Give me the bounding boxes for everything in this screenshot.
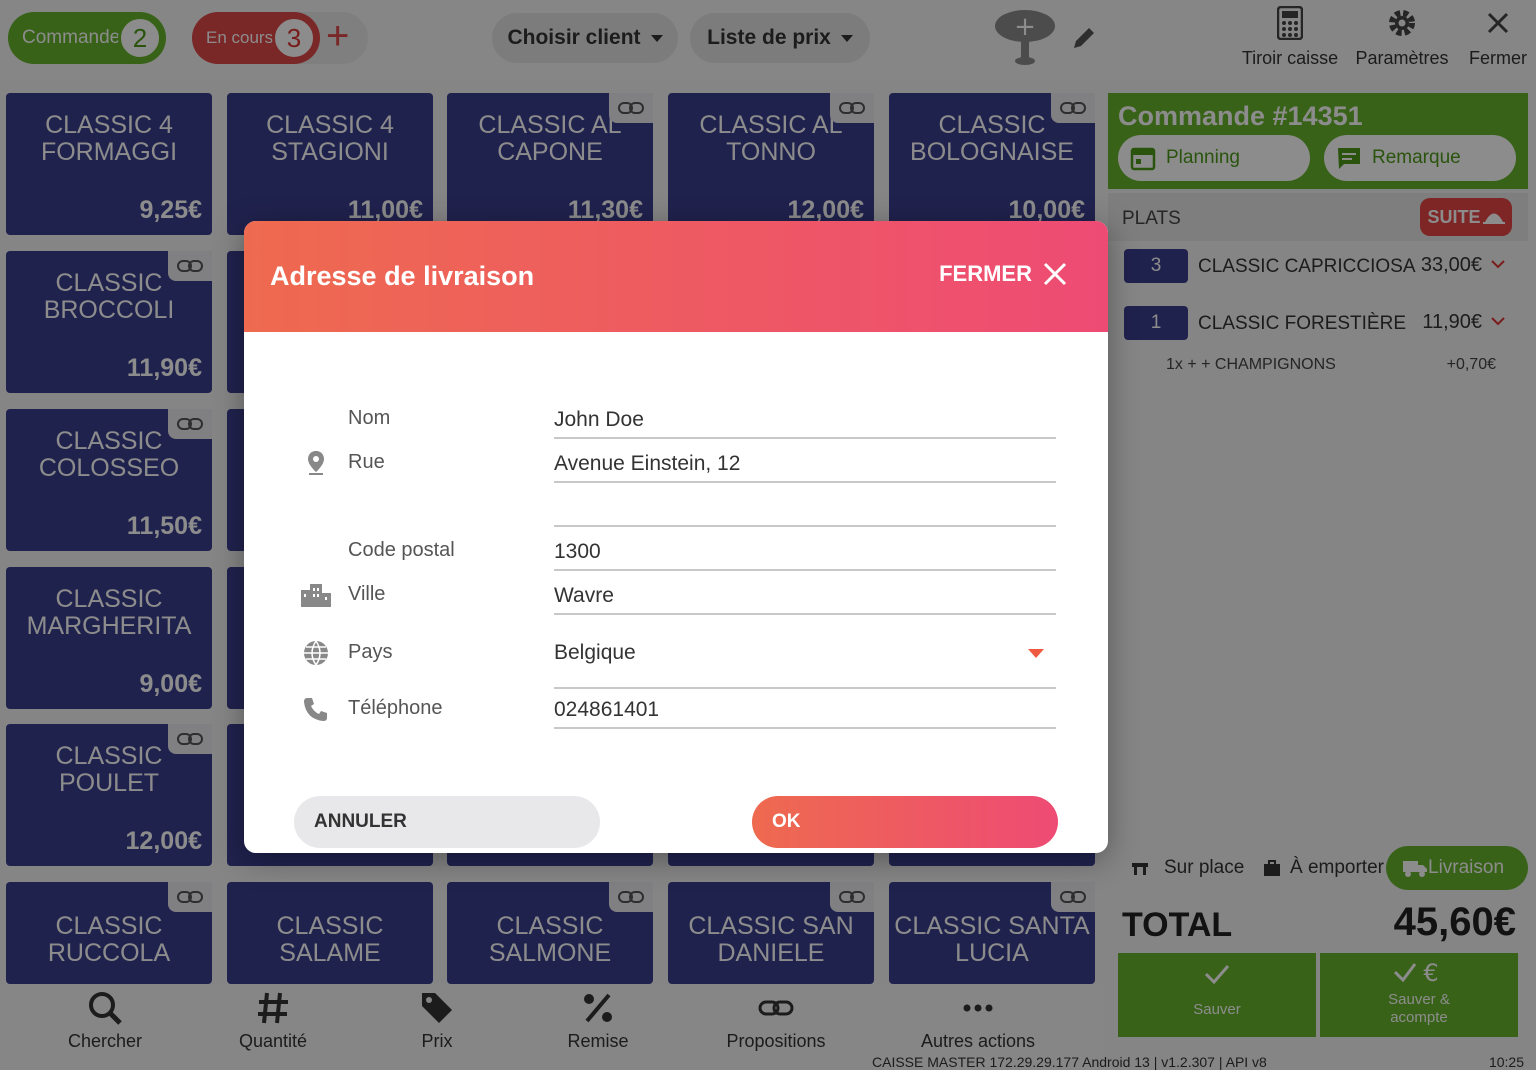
field-label: Pays (348, 641, 393, 663)
close-icon (1043, 262, 1067, 286)
street-input[interactable] (554, 443, 1056, 483)
country-select[interactable]: Belgique (554, 633, 1056, 689)
phone-icon (300, 693, 332, 725)
modal-close-label: FERMER (939, 261, 1032, 286)
field-code-postal: Code postal (244, 531, 1108, 575)
field-rue-2 (244, 487, 1108, 531)
field-pays: Pays Belgique (244, 633, 1108, 691)
country-value: Belgique (554, 641, 636, 664)
postal-code-input[interactable] (554, 531, 1056, 571)
delivery-address-modal: Adresse de livraison FERMER Nom Rue Code… (244, 221, 1108, 853)
street-line-2-input[interactable] (554, 487, 1056, 527)
city-input[interactable] (554, 575, 1056, 615)
modal-title: Adresse de livraison (270, 261, 535, 291)
field-label: Rue (348, 451, 385, 473)
globe-icon (300, 637, 332, 669)
field-label: Ville (348, 583, 386, 605)
field-ville: Ville (244, 575, 1108, 619)
ok-button[interactable]: OK (752, 796, 1058, 848)
field-label: Nom (348, 407, 391, 429)
field-telephone: Téléphone (244, 689, 1108, 733)
modal-close-button[interactable]: FERMER (939, 261, 1068, 287)
cancel-button[interactable]: ANNULER (294, 796, 600, 848)
location-pin-icon (300, 447, 332, 479)
city-icon (300, 579, 332, 611)
field-nom: Nom (244, 399, 1108, 443)
name-input[interactable] (554, 399, 1056, 439)
field-label: Code postal (348, 539, 455, 561)
dropdown-caret-icon (1028, 649, 1044, 658)
phone-input[interactable] (554, 689, 1056, 729)
field-label: Téléphone (348, 697, 443, 719)
field-rue: Rue (244, 443, 1108, 487)
modal-header: Adresse de livraison FERMER (244, 221, 1108, 332)
